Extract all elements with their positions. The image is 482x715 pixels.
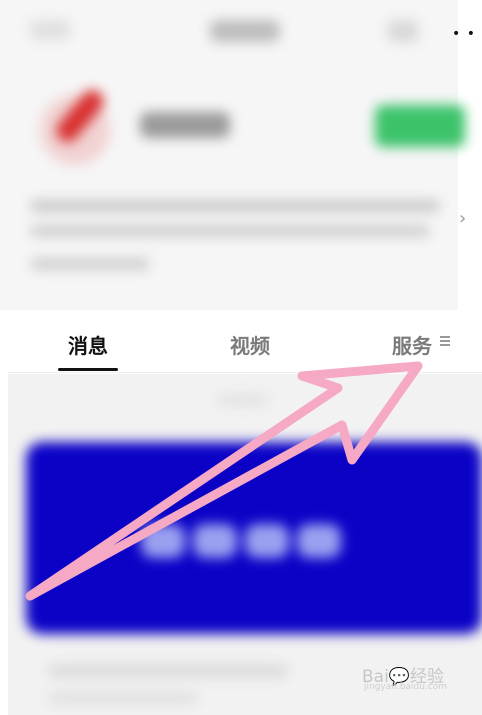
timestamp-blurred [218,394,268,406]
tab-messages[interactable]: 消息 [68,330,108,359]
page-title-blurred [210,20,280,42]
account-description-line [30,258,150,270]
banner-text-blurred [141,524,401,562]
menu-icon[interactable] [440,336,450,346]
message-text-line [48,692,198,704]
chevron-right-icon[interactable]: › [459,208,466,229]
account-name-blurred [140,112,230,138]
more-dots-icon[interactable]: • • [452,26,476,42]
tab-services[interactable]: 服务 [392,330,432,359]
account-description-line [30,200,440,212]
account-description-line [30,225,430,237]
active-tab-indicator [58,368,118,371]
back-button[interactable] [30,20,70,40]
top-bar-action[interactable] [388,20,418,42]
tab-bar: 消息 视频 服务 [8,312,482,373]
watermark-url: jingyan.baidu.com [364,682,448,692]
message-text-line [48,664,288,678]
account-header: › [0,0,466,310]
follow-button[interactable] [375,105,465,147]
tab-videos[interactable]: 视频 [230,330,270,359]
